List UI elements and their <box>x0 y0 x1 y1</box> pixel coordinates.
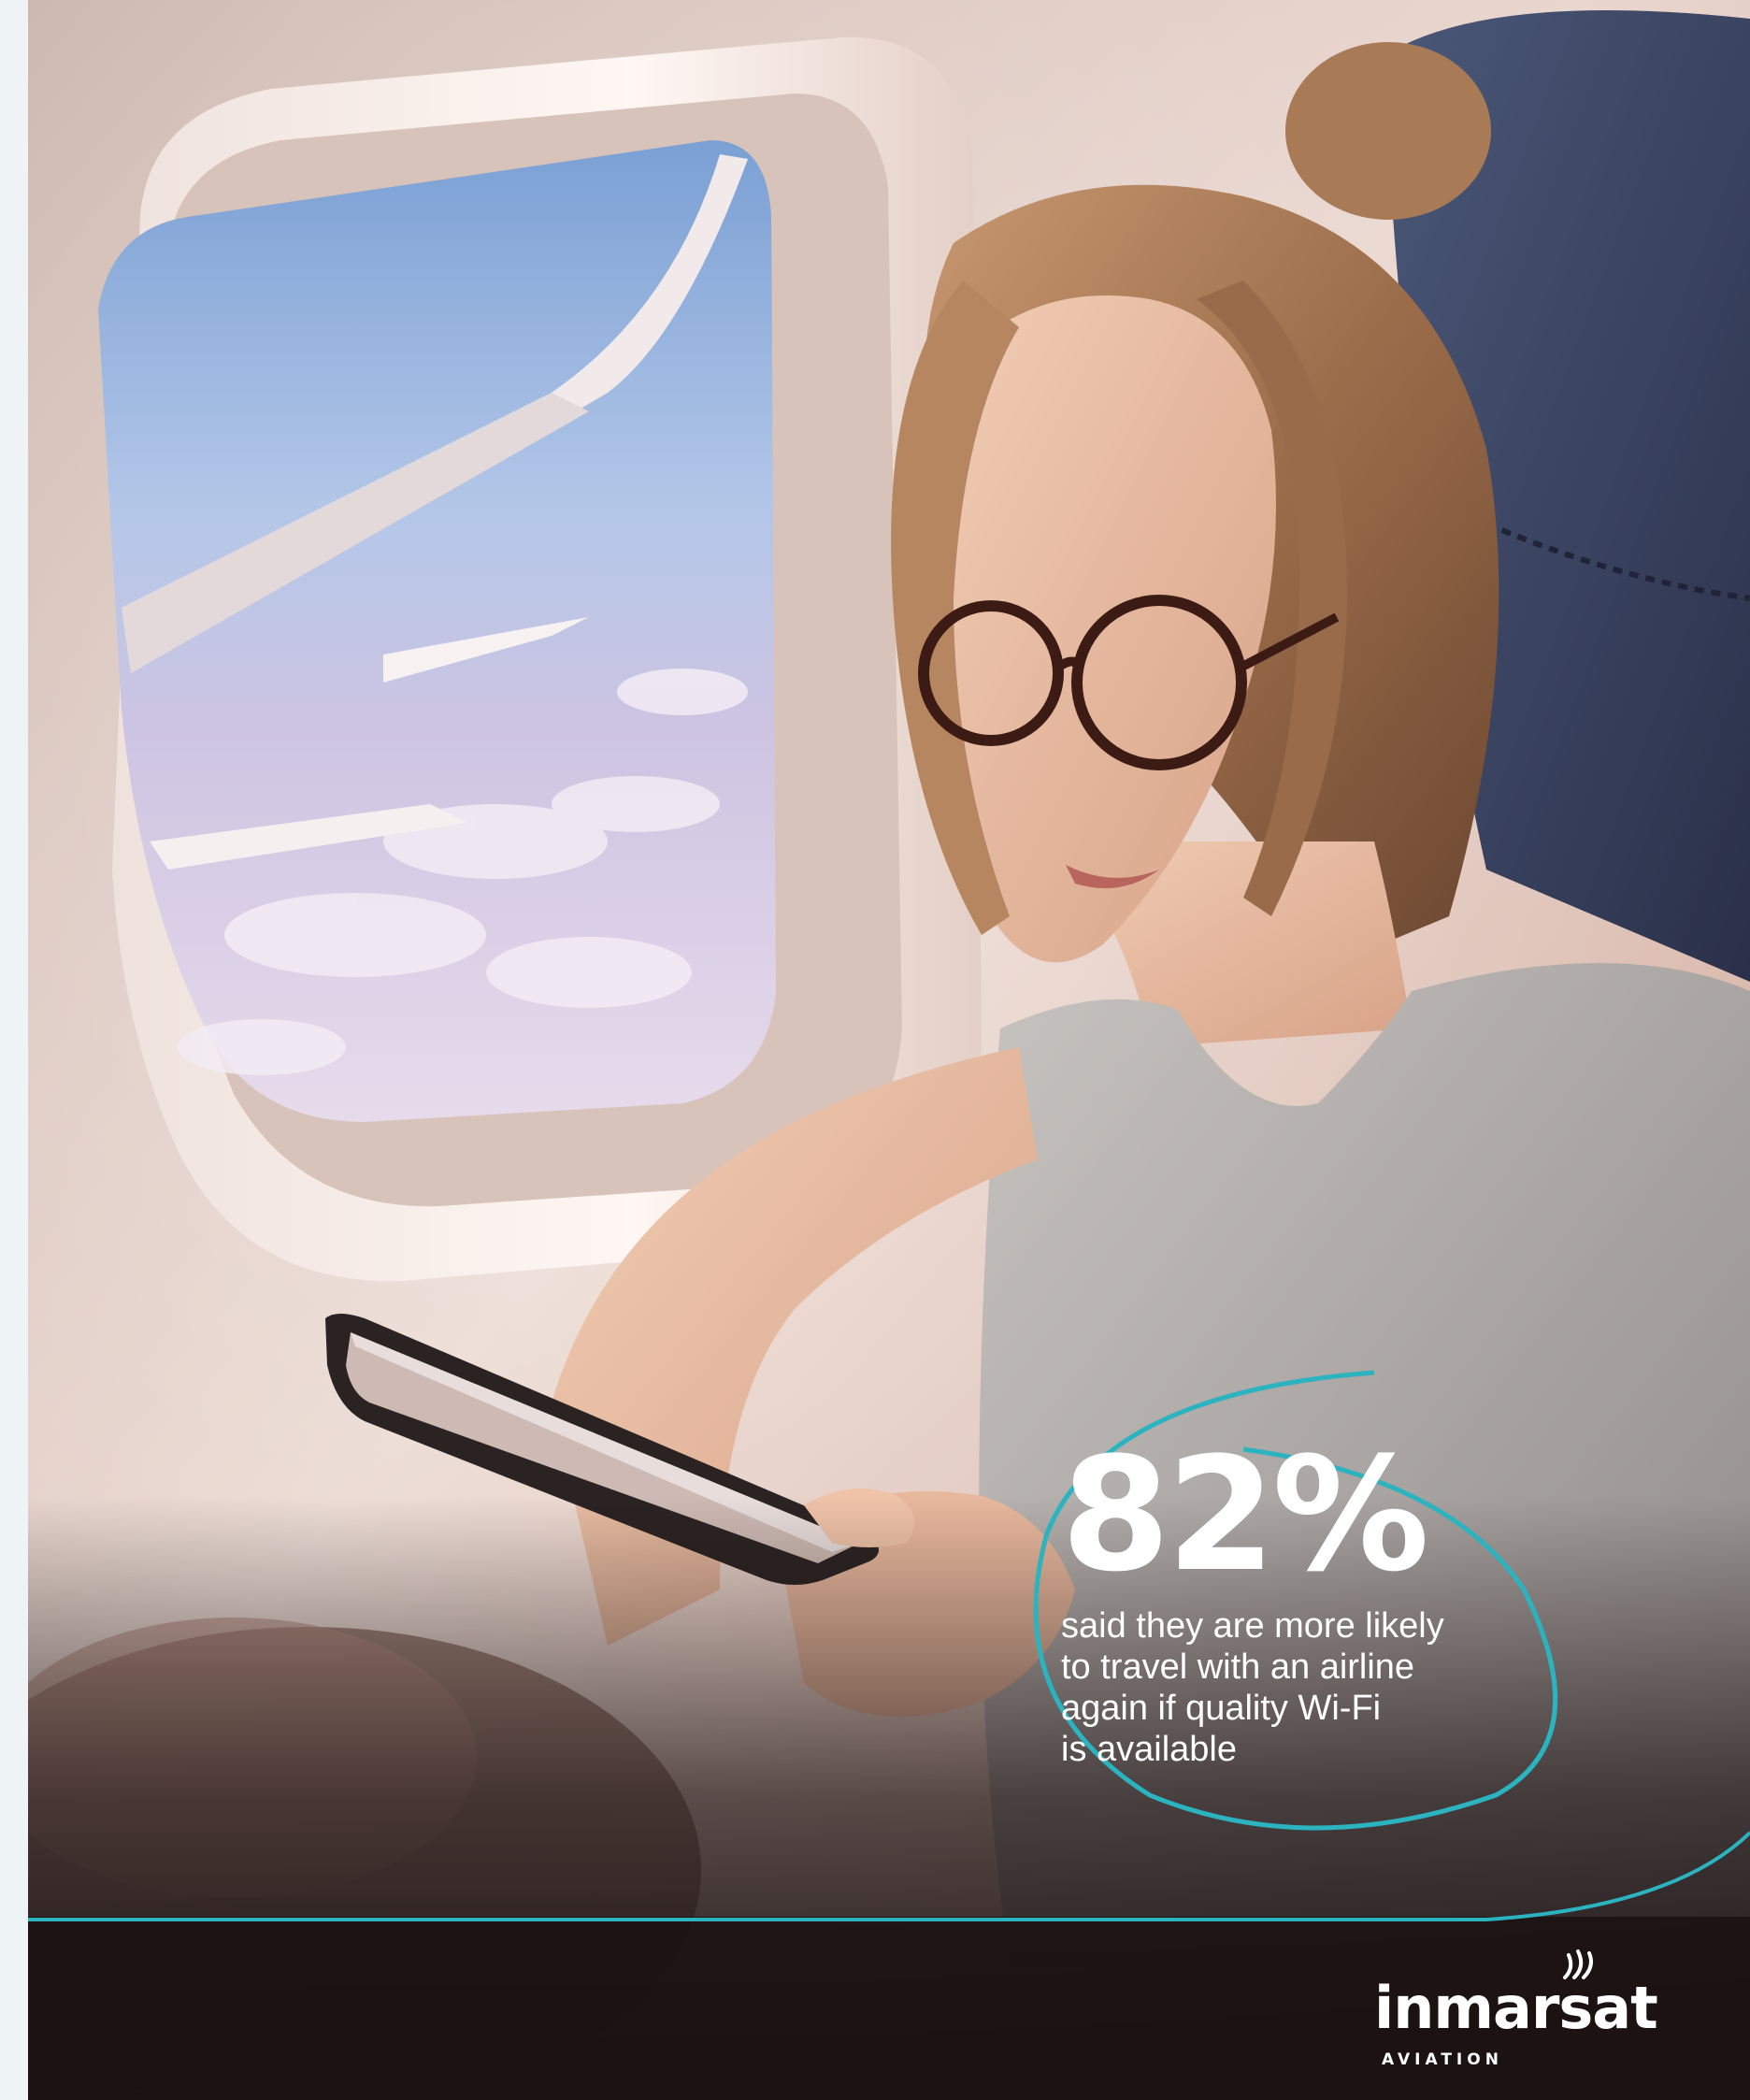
stat-caption-line: to travel with an airline <box>1061 1647 1415 1687</box>
stat-caption-line: is available <box>1061 1730 1237 1769</box>
page-margin <box>0 0 28 2100</box>
stat-value: 82% <box>1061 1423 1429 1606</box>
hero-photo <box>28 0 1750 2100</box>
stat-caption-line: again if quality Wi-Fi <box>1061 1689 1382 1728</box>
stat-caption-line: said they are more likely <box>1061 1606 1444 1646</box>
inmarsat-logo: inmarsat AVIATION <box>1374 1949 1658 2080</box>
brand-division: AVIATION <box>1382 2050 1503 2069</box>
stat-caption: said they are more likely to travel with… <box>1061 1605 1547 1770</box>
brand-name: inmarsat <box>1374 1974 1658 2042</box>
stat-callout: 82% said they are more likely to travel … <box>1061 1435 1547 1770</box>
